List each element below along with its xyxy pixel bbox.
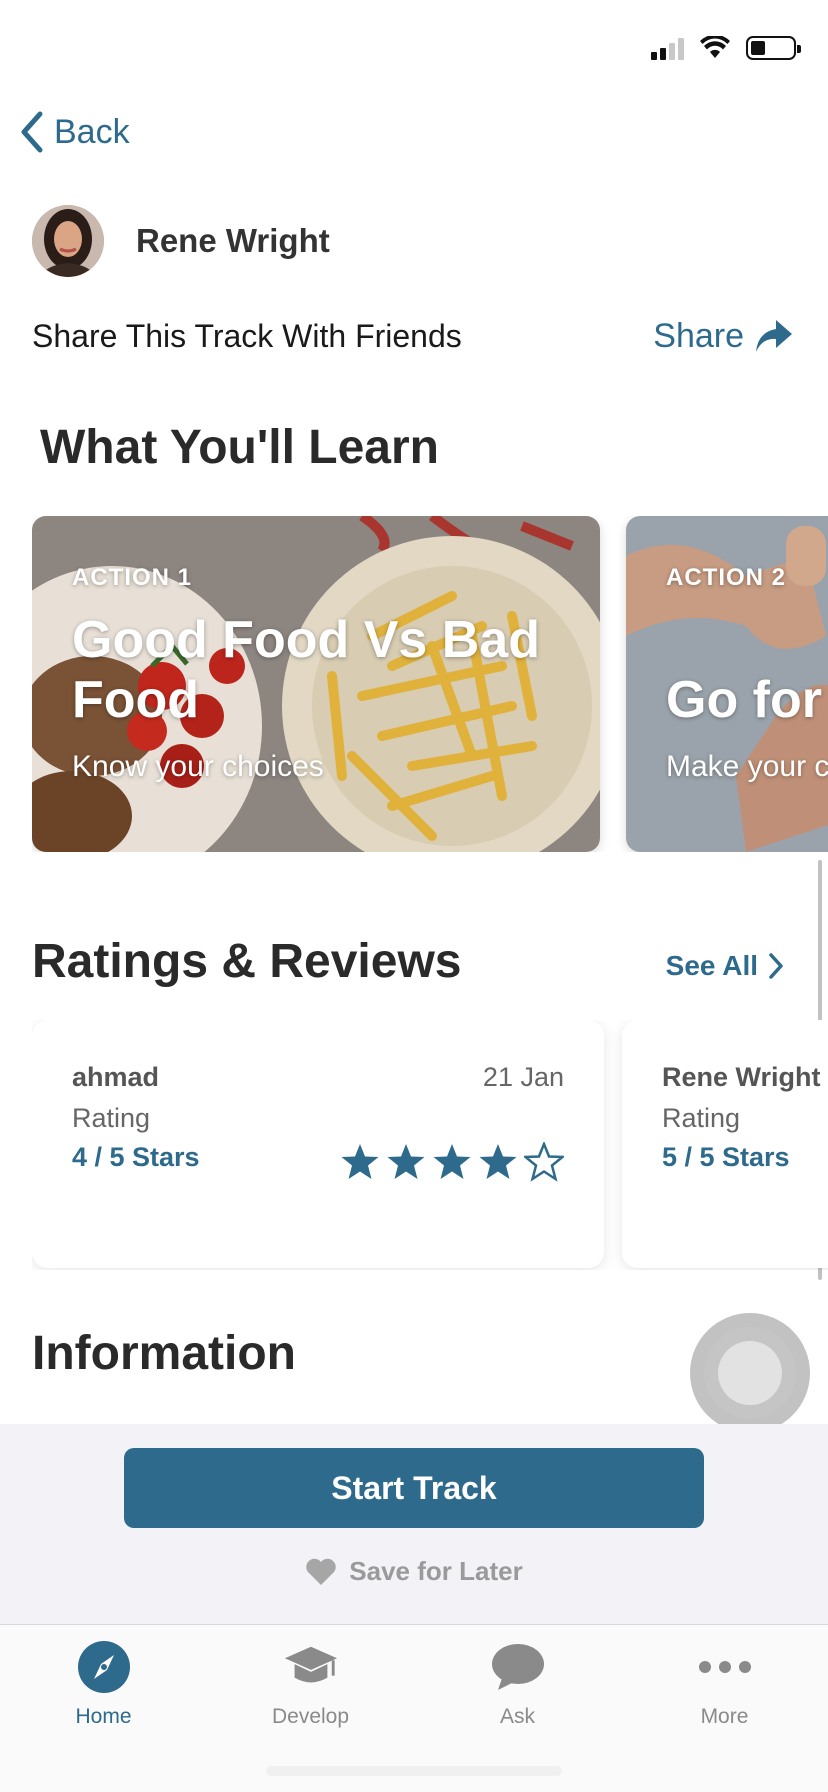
review-card[interactable]: Rene Wright Rating 5 / 5 Stars xyxy=(622,1020,828,1268)
share-prompt: Share This Track With Friends xyxy=(32,317,462,354)
assistive-touch-button[interactable] xyxy=(690,1313,810,1433)
share-button[interactable]: Share xyxy=(653,316,794,356)
status-bar xyxy=(0,0,828,100)
chat-bubble-icon xyxy=(490,1639,546,1695)
back-label: Back xyxy=(54,112,130,151)
chevron-right-icon xyxy=(769,953,783,979)
review-rating-label: Rating xyxy=(662,1103,741,1133)
save-for-later-label: Save for Later xyxy=(349,1556,523,1586)
see-all-link[interactable]: See All xyxy=(666,950,784,982)
action-card-2-content: ACTION 2 Go for Make your c xyxy=(666,564,828,784)
more-dots-icon xyxy=(697,1639,753,1695)
action-subtitle: Make your c xyxy=(666,750,828,783)
review-rating-label: Rating xyxy=(72,1103,151,1133)
tab-label: Home xyxy=(75,1705,132,1728)
avatar xyxy=(32,205,104,277)
tab-more[interactable]: More xyxy=(621,1625,828,1792)
start-track-button[interactable]: Start Track xyxy=(124,1448,704,1528)
status-icons xyxy=(651,36,801,60)
tab-label: Ask xyxy=(499,1705,535,1728)
back-button[interactable]: Back xyxy=(16,110,130,154)
review-date: 21 Jan xyxy=(482,1062,564,1092)
bottom-action-panel: Start Track Save for Later xyxy=(0,1424,828,1624)
star-filled-icon xyxy=(387,1144,425,1179)
star-filled-icon xyxy=(341,1144,379,1179)
action-card-1-content: ACTION 1 Good Food Vs Bad Food Know your… xyxy=(72,564,580,784)
share-label: Share xyxy=(653,316,744,355)
battery-icon xyxy=(746,36,801,60)
compass-icon xyxy=(76,1639,132,1695)
tab-label: Develop xyxy=(271,1705,350,1728)
see-all-label: See All xyxy=(665,950,758,981)
share-arrow-icon xyxy=(756,320,792,352)
star-filled-icon xyxy=(479,1144,517,1179)
chevron-left-icon xyxy=(21,111,43,153)
cellular-signal-icon xyxy=(651,36,684,60)
action-label: ACTION 2 xyxy=(666,564,787,591)
action-card-2[interactable]: ACTION 2 Go for Make your c xyxy=(626,516,828,852)
review-card[interactable]: ahmad 21 Jan Rating 4 / 5 Stars xyxy=(32,1020,604,1268)
ratings-section-title: Ratings & Reviews xyxy=(32,935,462,988)
information-section-title: Information xyxy=(32,1327,296,1380)
save-for-later-button[interactable]: Save for Later xyxy=(0,1556,828,1587)
star-rating xyxy=(340,1142,564,1182)
heart-icon xyxy=(306,1558,336,1585)
author-name: Rene Wright xyxy=(136,222,330,259)
tab-label: More xyxy=(700,1705,749,1728)
action-subtitle: Know your choices xyxy=(72,750,324,783)
actions-carousel[interactable]: ACTION 1 Good Food Vs Bad Food Know your… xyxy=(32,516,828,852)
track-author: Rene Wright xyxy=(32,205,330,277)
review-rating-value: 5 / 5 Stars xyxy=(662,1142,790,1172)
action-title: Good Food Vs Bad Food xyxy=(72,611,540,729)
action-title: Go for xyxy=(666,671,822,729)
review-user: Rene Wright xyxy=(662,1062,821,1092)
tab-home[interactable]: Home xyxy=(0,1625,207,1792)
star-empty-icon xyxy=(524,1142,564,1182)
wifi-icon xyxy=(700,36,730,58)
reviews-carousel[interactable]: ahmad 21 Jan Rating 4 / 5 Stars Rene Wri… xyxy=(32,1020,828,1270)
action-card-1[interactable]: ACTION 1 Good Food Vs Bad Food Know your… xyxy=(32,516,600,852)
home-indicator xyxy=(266,1766,562,1776)
action-label: ACTION 1 xyxy=(72,564,193,591)
learn-section-title: What You'll Learn xyxy=(40,421,439,474)
share-row: Share This Track With Friends Share xyxy=(32,316,794,356)
star-filled-icon xyxy=(433,1144,471,1179)
graduation-cap-icon xyxy=(283,1639,339,1695)
